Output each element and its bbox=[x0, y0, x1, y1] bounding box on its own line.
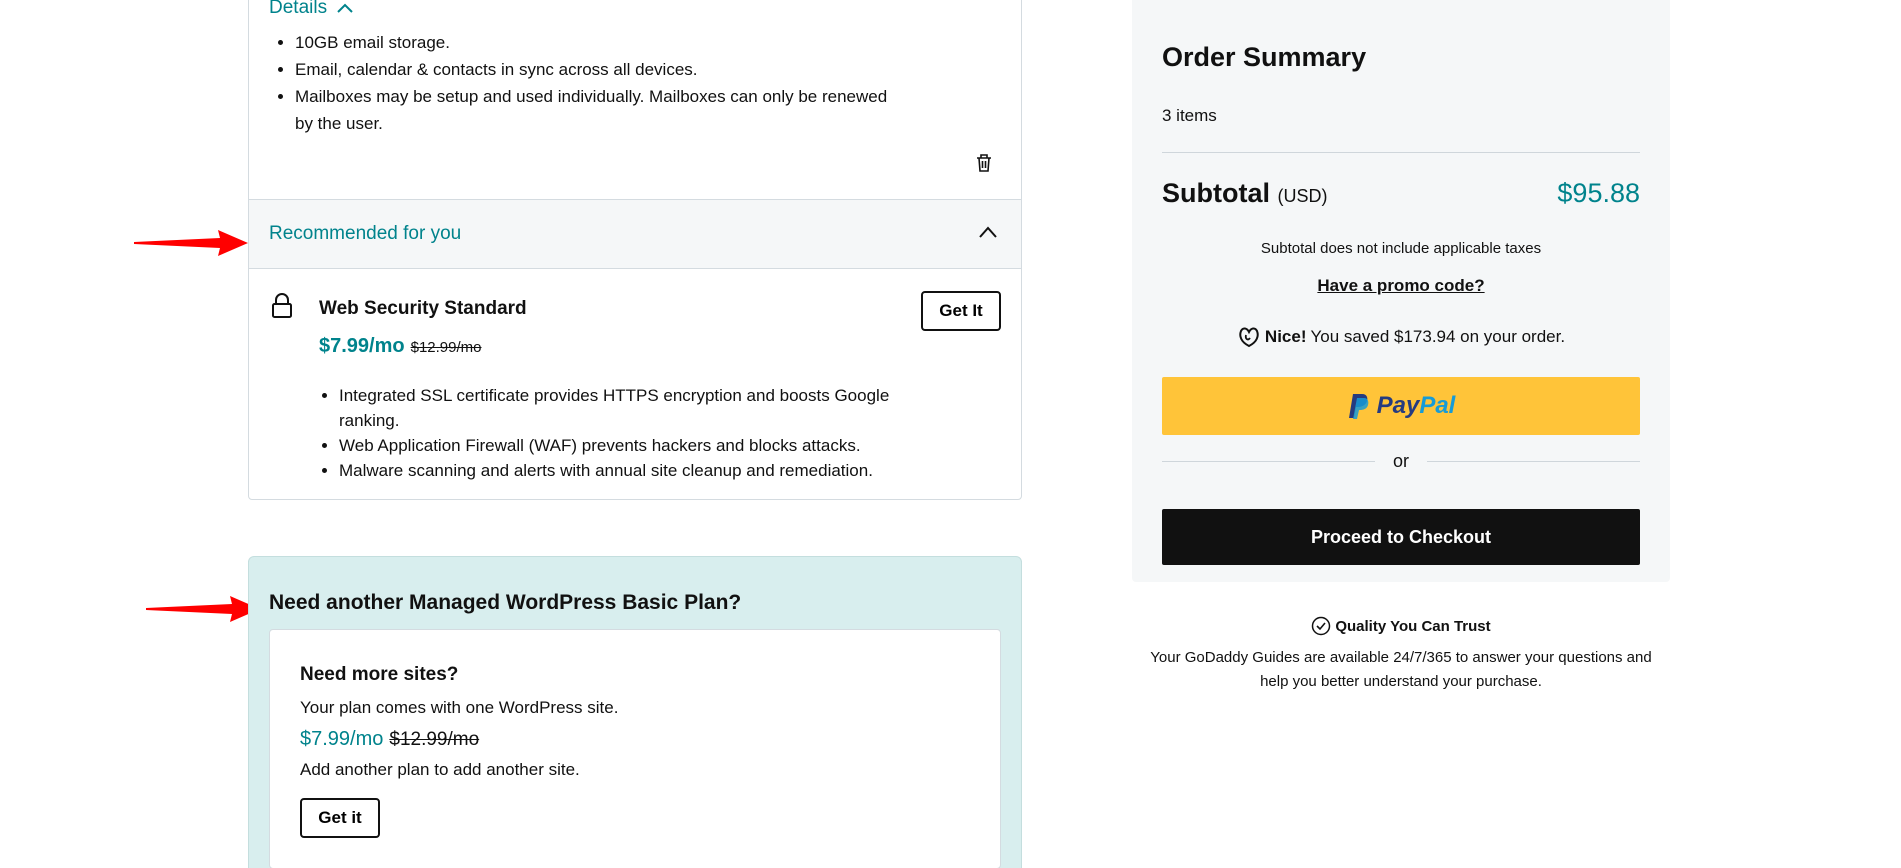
upsell-card: Need more sites? Your plan comes with on… bbox=[269, 629, 1001, 868]
chevron-up-icon bbox=[337, 3, 353, 13]
upsell-price: $7.99/mo bbox=[300, 728, 384, 750]
subtotal-amount: $95.88 bbox=[1557, 178, 1640, 208]
divider bbox=[1162, 152, 1640, 153]
product-features: Integrated SSL certificate provides HTTP… bbox=[339, 383, 939, 483]
paypal-label: PayPal bbox=[1377, 392, 1456, 420]
order-summary: Order Summary 3 items Subtotal (USD) $95… bbox=[1132, 0, 1670, 582]
trust-title-text: Quality You Can Trust bbox=[1335, 617, 1491, 635]
promo-code-link[interactable]: Have a promo code? bbox=[1132, 276, 1670, 296]
product-name: Web Security Standard bbox=[319, 298, 527, 319]
tax-note: Subtotal does not include applicable tax… bbox=[1260, 240, 1542, 257]
feature-item: Web Application Firewall (WAF) prevents … bbox=[339, 433, 939, 458]
trash-icon[interactable] bbox=[975, 153, 993, 173]
annotation-arrow bbox=[134, 230, 248, 256]
currency-label: (USD) bbox=[1277, 186, 1328, 206]
chevron-up-icon bbox=[979, 226, 997, 238]
upsell-section: Need another Managed WordPress Basic Pla… bbox=[248, 556, 1022, 868]
product-price-row: $7.99/mo $12.99/mo bbox=[319, 335, 482, 358]
godaddy-logo-icon bbox=[1239, 327, 1259, 348]
cart-item-card: Details 10GB email storage. Email, calen… bbox=[248, 0, 1022, 500]
order-summary-title: Order Summary bbox=[1162, 42, 1367, 72]
lock-icon bbox=[272, 293, 292, 318]
annotation-arrow bbox=[146, 596, 260, 622]
upsell-price-row: $7.99/mo $12.99/mo bbox=[300, 728, 479, 751]
paypal-button[interactable]: PayPal bbox=[1162, 377, 1640, 435]
upsell-description: Your plan comes with one WordPress site. bbox=[300, 698, 619, 717]
subtotal-text: Subtotal bbox=[1162, 178, 1270, 208]
recommended-title: Recommended for you bbox=[269, 223, 462, 244]
check-circle-icon bbox=[1312, 616, 1331, 636]
upsell-original-price: $12.99/mo bbox=[389, 729, 480, 750]
product-original-price: $12.99/mo bbox=[410, 339, 482, 356]
feature-item: Mailboxes may be setup and used individu… bbox=[295, 83, 895, 137]
savings-bold: Nice! bbox=[1264, 327, 1307, 346]
details-toggle[interactable]: Details bbox=[269, 0, 353, 19]
get-it-button[interactable]: Get It bbox=[921, 291, 1001, 331]
feature-item: Integrated SSL certificate provides HTTP… bbox=[339, 383, 939, 433]
savings-text: You saved $173.94 on your order. bbox=[1310, 327, 1566, 346]
paypal-logo-icon bbox=[1348, 394, 1368, 419]
proceed-to-checkout-button[interactable]: Proceed to Checkout bbox=[1162, 509, 1640, 565]
separator-line bbox=[1427, 460, 1641, 462]
feature-item: Malware scanning and alerts with annual … bbox=[339, 458, 939, 483]
trust-text: Your GoDaddy Guides are available 24/7/3… bbox=[1150, 649, 1652, 690]
feature-item: Email, calendar & contacts in sync acros… bbox=[295, 56, 895, 83]
upsell-title: Need another Managed WordPress Basic Pla… bbox=[269, 591, 742, 614]
or-separator: or bbox=[1162, 450, 1641, 472]
recommended-header[interactable]: Recommended for you bbox=[249, 199, 1021, 269]
separator-line bbox=[1162, 460, 1375, 462]
paypal-label-pal: Pal bbox=[1419, 392, 1456, 419]
savings-message: Nice! You saved $173.94 on your order. bbox=[1132, 326, 1670, 348]
or-text: or bbox=[1393, 450, 1410, 471]
upsell-card-title: Need more sites? bbox=[300, 664, 459, 685]
upsell-add-text: Add another plan to add another site. bbox=[300, 760, 580, 779]
trust-section: Quality You Can Trust Your GoDaddy Guide… bbox=[1132, 616, 1670, 694]
feature-item: 10GB email storage. bbox=[295, 29, 895, 56]
items-count: 3 items bbox=[1162, 106, 1217, 125]
paypal-label-pay: Pay bbox=[1376, 392, 1420, 419]
cart-item-features: 10GB email storage. Email, calendar & co… bbox=[295, 29, 895, 137]
trust-title: Quality You Can Trust bbox=[1132, 616, 1670, 636]
subtotal-label: Subtotal (USD) bbox=[1162, 178, 1328, 209]
upsell-get-it-button[interactable]: Get it bbox=[300, 798, 380, 838]
details-label: Details bbox=[269, 0, 328, 18]
product-price: $7.99/mo bbox=[319, 335, 405, 357]
